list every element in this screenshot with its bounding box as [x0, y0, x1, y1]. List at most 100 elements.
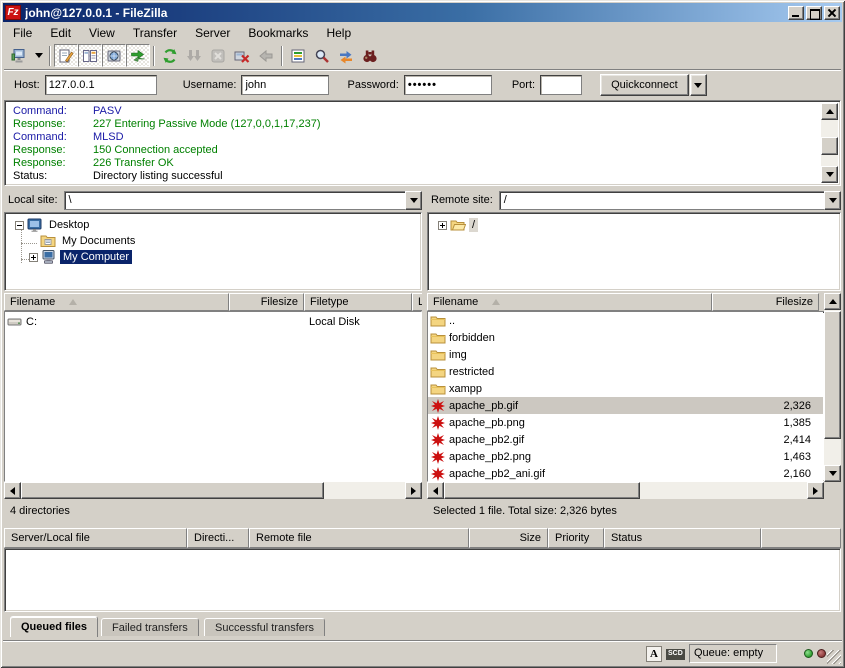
scroll-right-icon[interactable] [405, 482, 422, 499]
queue-column-status[interactable]: Status [604, 528, 761, 548]
queue-column-empty[interactable] [761, 528, 841, 548]
refresh-icon[interactable] [158, 44, 182, 67]
tree-item-label[interactable]: Desktop [46, 218, 92, 232]
site-manager-icon[interactable] [7, 44, 31, 67]
site-manager-dropdown-icon[interactable] [31, 44, 46, 67]
title-bar[interactable]: Fz john@127.0.0.1 - FileZilla [3, 3, 842, 22]
local-file-list: C: Local Disk [4, 311, 422, 482]
tree-item-root[interactable]: / [438, 217, 478, 233]
remote-file-row[interactable]: apache_pb2.png 1,463 [428, 448, 823, 465]
remote-site-combo[interactable]: / [499, 191, 841, 210]
scrollbar-thumb[interactable] [824, 311, 841, 439]
remote-file-row[interactable]: apache_pb2.gif 2,414 [428, 431, 823, 448]
expand-icon[interactable] [29, 253, 38, 262]
scrollbar-thumb[interactable] [444, 482, 640, 499]
password-input[interactable] [404, 75, 492, 95]
chevron-down-icon[interactable] [824, 191, 841, 210]
queue-column-priority[interactable]: Priority [548, 528, 604, 548]
menu-transfer[interactable]: Transfer [124, 25, 186, 41]
quickconnect-dropdown-icon[interactable] [690, 74, 707, 96]
local-site-value[interactable]: \ [64, 191, 405, 210]
remote-horizontal-scrollbar[interactable] [427, 482, 824, 499]
local-column-modified[interactable]: L [412, 293, 422, 311]
process-queue-icon[interactable] [182, 44, 206, 67]
remote-file-row[interactable]: xampp [428, 380, 823, 397]
remote-file-row[interactable]: .. [428, 312, 823, 329]
remote-file-row-selected[interactable]: apache_pb.gif 2,326 [428, 397, 823, 414]
remote-file-row[interactable]: img [428, 346, 823, 363]
reconnect-icon[interactable] [254, 44, 278, 67]
tree-item-label[interactable]: My Computer [60, 250, 132, 264]
remote-file-row[interactable]: apache_pb2_ani.gif 2,160 [428, 465, 823, 482]
collapse-icon[interactable] [15, 221, 24, 230]
remote-file-row[interactable]: apache_pb.png 1,385 [428, 414, 823, 431]
find-files-icon[interactable] [358, 44, 382, 67]
speed-limits-indicator-icon[interactable]: SCD [666, 649, 685, 660]
queue-column-direction[interactable]: Directi... [187, 528, 249, 548]
toggle-remote-tree-icon[interactable] [102, 44, 126, 67]
chevron-down-icon[interactable] [405, 191, 422, 210]
local-column-filesize[interactable]: Filesize [229, 293, 304, 311]
tab-successful-transfers[interactable]: Successful transfers [204, 618, 325, 636]
toggle-message-log-icon[interactable] [54, 44, 78, 67]
menu-server[interactable]: Server [186, 25, 239, 41]
scroll-down-icon[interactable] [824, 465, 841, 482]
menu-edit[interactable]: Edit [41, 25, 80, 41]
menu-help[interactable]: Help [317, 25, 360, 41]
queue-column-remote-file[interactable]: Remote file [249, 528, 469, 548]
synchronized-browsing-icon[interactable] [334, 44, 358, 67]
message-log-content: Command:PASV Response:227 Entering Passi… [7, 103, 838, 183]
scroll-left-icon[interactable] [427, 482, 444, 499]
remote-file-row[interactable]: forbidden [428, 329, 823, 346]
desktop-icon [27, 217, 43, 233]
remote-vertical-scrollbar[interactable] [824, 293, 841, 482]
filter-icon[interactable] [286, 44, 310, 67]
disconnect-icon[interactable] [230, 44, 254, 67]
tab-failed-transfers[interactable]: Failed transfers [101, 618, 199, 636]
maximize-button[interactable] [806, 6, 822, 20]
queue-column-server-local-file[interactable]: Server/Local file [4, 528, 187, 548]
expand-icon[interactable] [438, 221, 447, 230]
local-site-combo[interactable]: \ [64, 191, 422, 210]
menu-bookmarks[interactable]: Bookmarks [239, 25, 317, 41]
menu-view[interactable]: View [80, 25, 124, 41]
remote-site-value[interactable]: / [499, 191, 824, 210]
local-file-row[interactable]: C: Local Disk [5, 313, 421, 330]
tree-item-my-computer[interactable]: My Computer [29, 249, 132, 265]
cancel-operation-icon[interactable] [206, 44, 230, 67]
minimize-button[interactable] [788, 6, 804, 20]
host-input[interactable] [45, 75, 157, 95]
scrollbar-thumb[interactable] [21, 482, 324, 499]
resize-grip[interactable] [827, 650, 841, 664]
tree-item-my-documents[interactable]: My Documents [37, 233, 138, 249]
toggle-local-tree-icon[interactable] [78, 44, 102, 67]
scroll-down-icon[interactable] [821, 166, 838, 183]
menu-file[interactable]: File [4, 25, 41, 41]
log-vertical-scrollbar[interactable] [821, 103, 838, 183]
directory-comparison-icon[interactable] [310, 44, 334, 67]
queue-column-size[interactable]: Size [469, 528, 548, 548]
scroll-right-icon[interactable] [807, 482, 824, 499]
port-input[interactable] [540, 75, 582, 95]
scroll-up-icon[interactable] [824, 293, 841, 310]
toggle-transfer-queue-icon[interactable] [126, 44, 150, 67]
local-horizontal-scrollbar[interactable] [4, 482, 422, 499]
remote-file-row[interactable]: restricted [428, 363, 823, 380]
close-button[interactable] [824, 6, 840, 20]
local-column-filetype[interactable]: Filetype [304, 293, 412, 311]
tree-item-label[interactable]: My Documents [59, 234, 138, 248]
transfer-type-indicator-icon[interactable]: A [646, 646, 662, 662]
drive-icon [7, 314, 23, 330]
remote-file-list: .. forbidden img restricted xampp [427, 311, 841, 482]
local-column-filename[interactable]: Filename [4, 293, 229, 311]
remote-column-filesize[interactable]: Filesize [712, 293, 819, 311]
tree-item-desktop[interactable]: Desktop [15, 217, 92, 233]
username-input[interactable] [241, 75, 329, 95]
scroll-left-icon[interactable] [4, 482, 21, 499]
tab-queued-files[interactable]: Queued files [10, 616, 98, 637]
quickconnect-button[interactable]: Quickconnect [600, 74, 689, 96]
scrollbar-thumb[interactable] [821, 137, 838, 155]
tree-item-label[interactable]: / [469, 218, 478, 232]
remote-column-filename[interactable]: Filename [427, 293, 712, 311]
scroll-up-icon[interactable] [821, 103, 838, 120]
